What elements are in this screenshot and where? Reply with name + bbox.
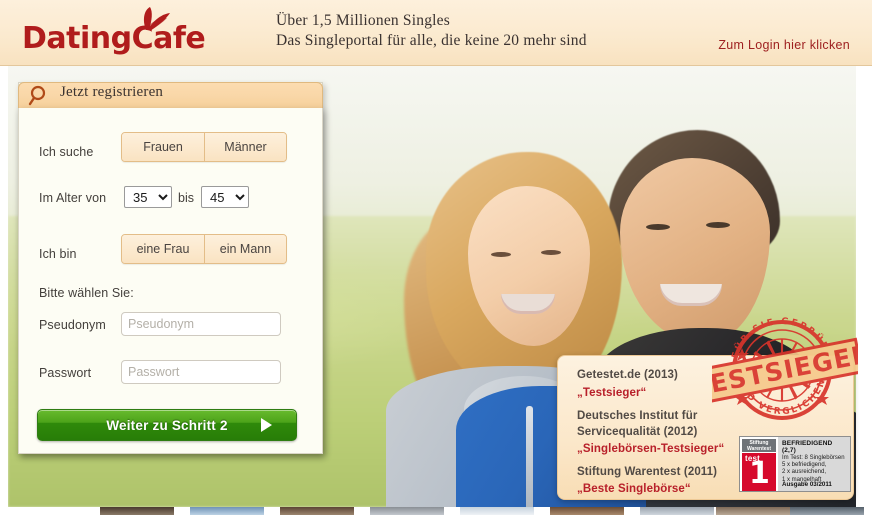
- stiftung-brand-line2: Warentest: [747, 446, 771, 452]
- award-quote-3: „Beste Singlebörse“: [577, 483, 691, 495]
- stiftung-rating-body: Im Test: 8 Singlebörsen 5 x befriedigend…: [782, 455, 847, 484]
- stiftung-rank-number: 1: [749, 456, 770, 491]
- woman-vest-zipper: [526, 406, 533, 507]
- thumbnail[interactable]: [550, 507, 624, 515]
- award-org-2-line1: Deutsches Institut für: [577, 410, 698, 422]
- thumbnail[interactable]: [100, 507, 174, 515]
- gender-label: Ich bin: [39, 247, 77, 261]
- seeking-option-women[interactable]: Frauen: [122, 133, 204, 161]
- award-org-1: Getestet.de (2013): [577, 369, 678, 381]
- password-input[interactable]: [121, 360, 281, 384]
- stiftung-warentest-logo: Stiftung Warentest test 1: [740, 437, 778, 491]
- stiftung-body-line1: Im Test: 8 Singlebörsen: [782, 455, 845, 461]
- register-form: Ich suche Frauen Männer Im Alter von 35 …: [18, 108, 323, 454]
- thumbnail[interactable]: [790, 507, 864, 515]
- magnifier-icon: [28, 85, 46, 106]
- age-to-select[interactable]: 45: [201, 186, 249, 208]
- login-link[interactable]: Zum Login hier klicken: [718, 38, 850, 52]
- submit-button[interactable]: Weiter zu Schritt 2: [37, 409, 297, 441]
- thumbnail[interactable]: [370, 507, 444, 515]
- stiftung-details: BEFRIEDIGEND (2,7) Im Test: 8 Singlebörs…: [778, 437, 850, 491]
- stiftung-rank-block: test 1: [742, 453, 776, 491]
- register-panel-title: Jetzt registrieren: [60, 84, 164, 100]
- stiftung-warentest-badge: Stiftung Warentest test 1 BEFRIEDIGEND (…: [739, 436, 851, 492]
- tagline-line-2: Das Singleportal für alle, die keine 20 …: [276, 32, 587, 49]
- header-tagline: Über 1,5 Millionen Singles Das Singlepor…: [276, 11, 587, 51]
- site-logo[interactable]: DatingCafe: [22, 6, 206, 60]
- choose-label: Bitte wählen Sie:: [39, 286, 134, 300]
- seeking-toggle-group[interactable]: Frauen Männer: [121, 132, 287, 162]
- award-quote-2: „Singlebörsen-Testsieger“: [577, 443, 725, 455]
- stiftung-body-line3: 2 x ausreichend,: [782, 469, 827, 476]
- woman-eye-right: [541, 250, 561, 255]
- award-quote-1: „Testsieger“: [577, 387, 647, 399]
- award-org-2-line2: Servicequalität (2012): [577, 426, 698, 438]
- age-between-label: bis: [178, 191, 194, 205]
- arrow-right-icon: [261, 418, 272, 432]
- man-eye-left: [646, 224, 670, 230]
- submit-button-label: Weiter zu Schritt 2: [106, 417, 228, 433]
- pseudonym-input[interactable]: [121, 312, 281, 336]
- pseudonym-label: Pseudonym: [39, 318, 106, 332]
- stamp-banner-text: TESTSIEGER: [712, 339, 858, 402]
- thumbnail[interactable]: [640, 507, 714, 515]
- testsieger-stamp: FÜR SIE GEPRÜFT UND VERGLICHEN TESTSIEGE…: [712, 317, 858, 420]
- woman-eye-left: [491, 252, 511, 257]
- gender-option-male[interactable]: ein Mann: [204, 235, 286, 263]
- stiftung-body-line2: 5 x befriedigend,: [782, 462, 827, 469]
- stiftung-rating-title: BEFRIEDIGEND (2,7): [782, 440, 833, 454]
- award-org-3: Stiftung Warentest (2011): [577, 466, 718, 478]
- stiftung-issue: Ausgabe 03/2011: [782, 481, 832, 488]
- stiftung-warentest-brand: Stiftung Warentest: [742, 439, 776, 452]
- password-label: Passwort: [39, 366, 92, 380]
- man-eye-right: [706, 222, 730, 228]
- thumbnail[interactable]: [190, 507, 264, 515]
- gender-toggle-group[interactable]: eine Frau ein Mann: [121, 234, 287, 264]
- gender-option-female[interactable]: eine Frau: [122, 235, 204, 263]
- age-label: Im Alter von: [39, 191, 107, 205]
- seeking-label: Ich suche: [39, 145, 94, 159]
- tagline-line-1: Über 1,5 Millionen Singles: [276, 12, 450, 29]
- seeking-option-men[interactable]: Männer: [204, 133, 286, 161]
- age-from-select[interactable]: 35: [124, 186, 172, 208]
- logo-wordmark: DatingCafe: [22, 21, 206, 56]
- thumbnail[interactable]: [460, 507, 534, 515]
- thumbnail[interactable]: [716, 507, 790, 515]
- thumbnail[interactable]: [280, 507, 354, 515]
- profile-thumbnail-strip: [0, 507, 872, 515]
- site-header: DatingCafe Über 1,5 Millionen Singles Da…: [0, 0, 872, 66]
